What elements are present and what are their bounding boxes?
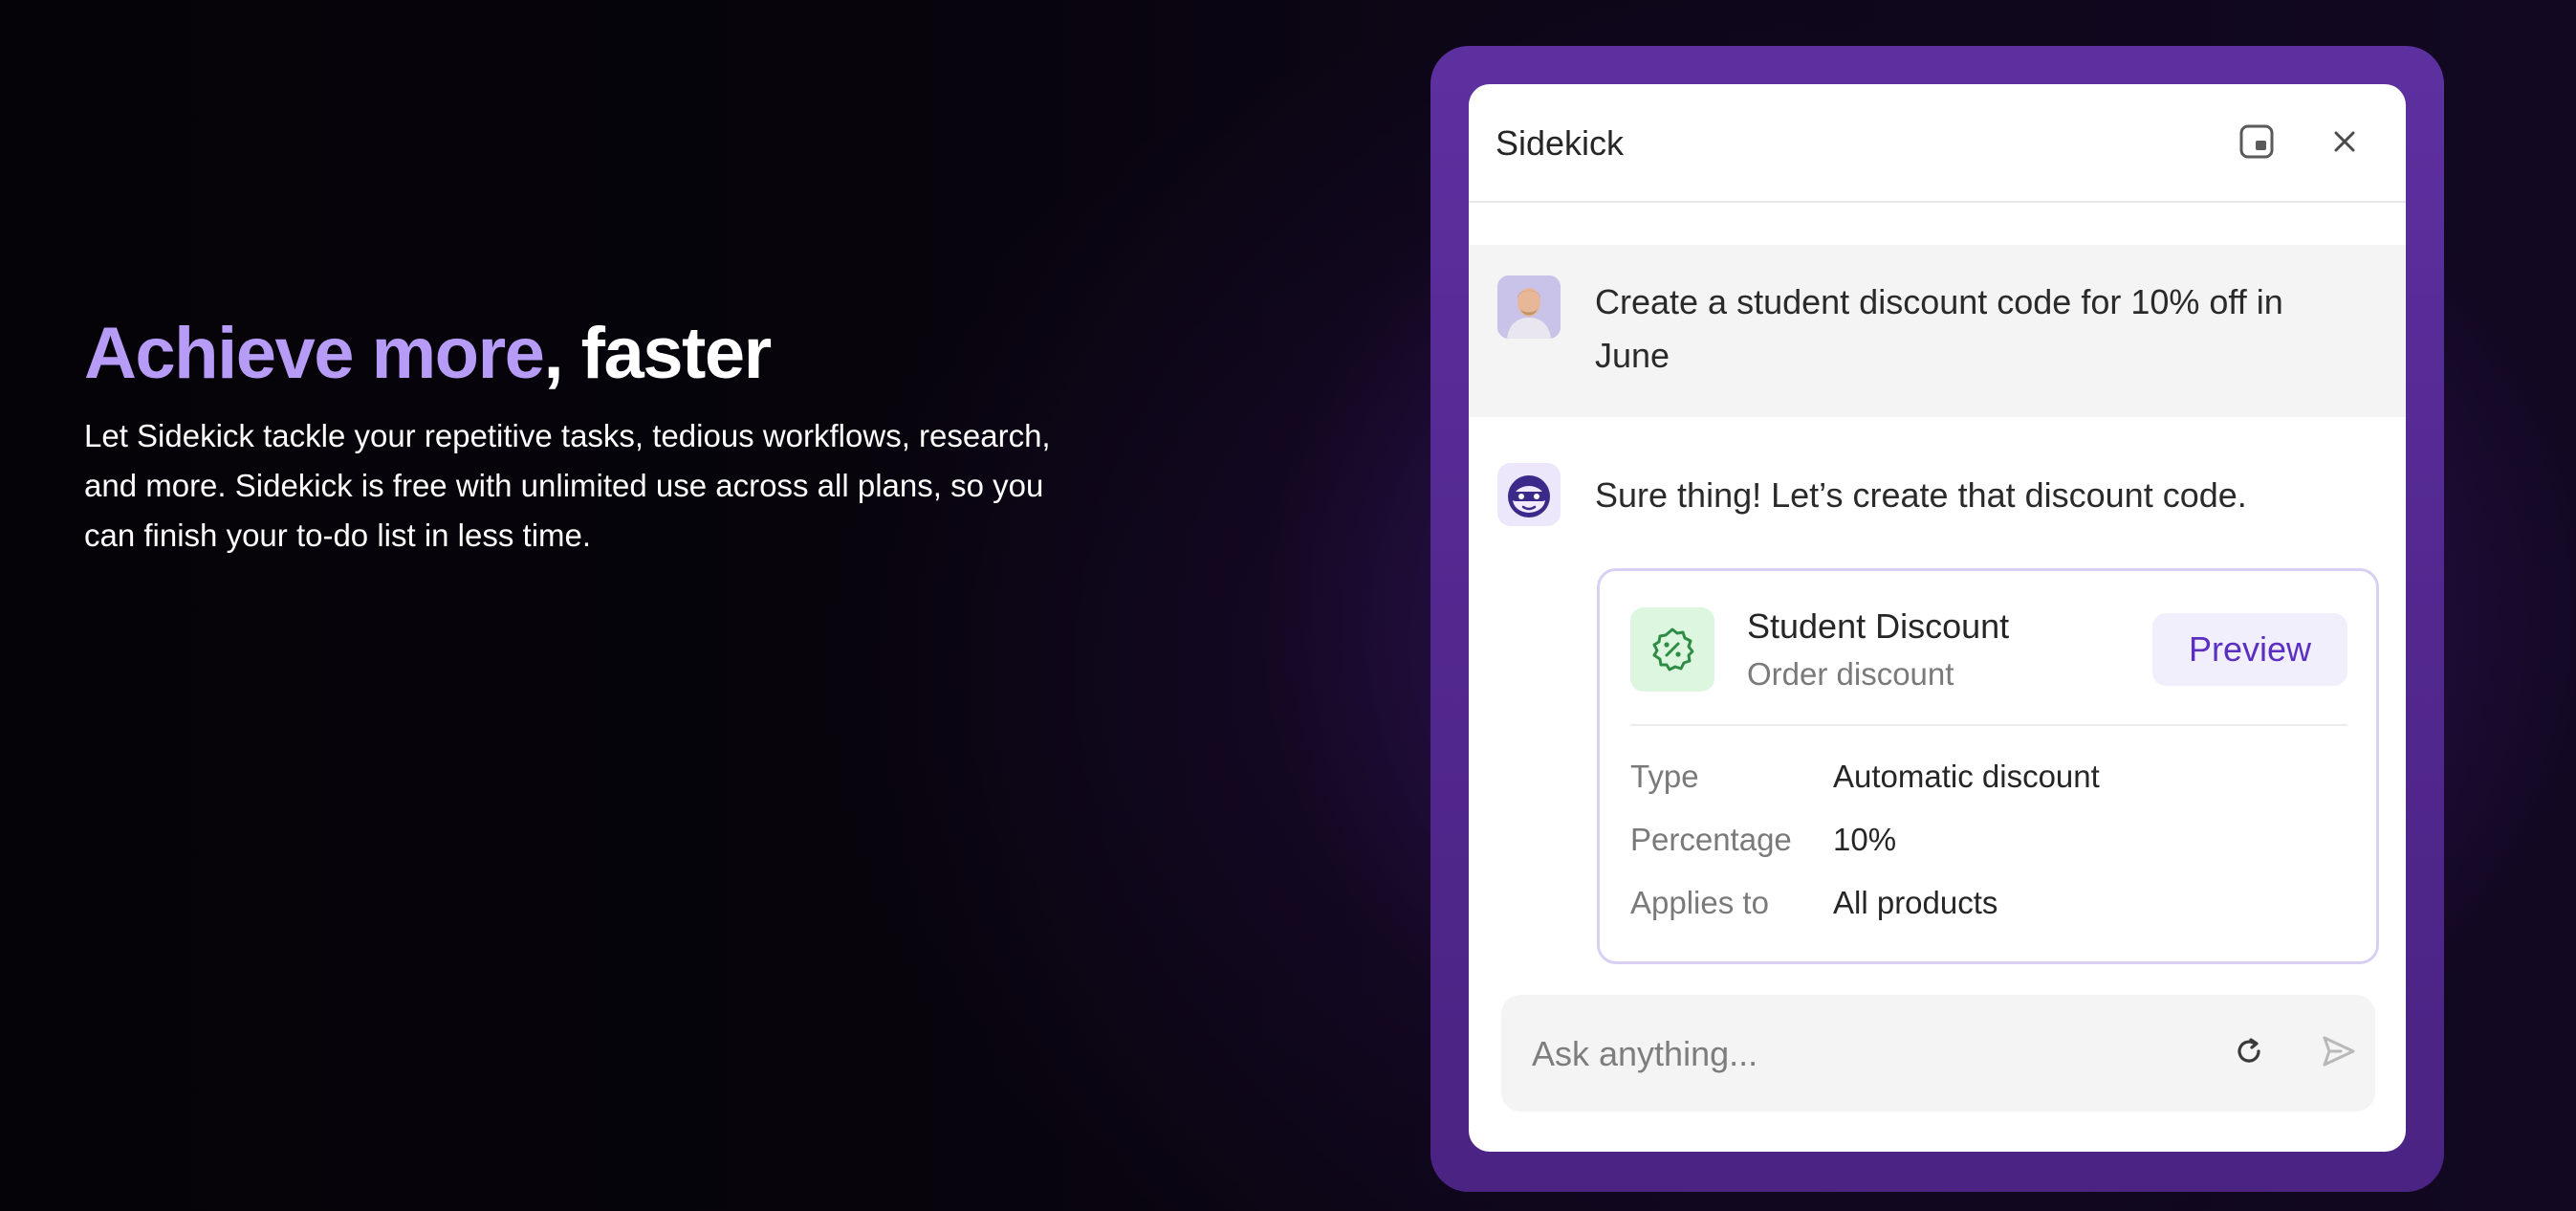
hero-title: Achieve more, faster bbox=[84, 308, 1098, 400]
sidekick-panel: Sidekick Create a student discount code … bbox=[1469, 84, 2406, 1152]
card-divider bbox=[1630, 724, 2347, 726]
panel-header: Sidekick bbox=[1469, 84, 2406, 203]
detail-row-applies-to: Applies to All products bbox=[1630, 879, 2357, 927]
discount-badge-icon bbox=[1630, 607, 1714, 692]
preview-button[interactable]: Preview bbox=[2152, 613, 2347, 686]
detail-label: Percentage bbox=[1630, 822, 1792, 857]
hero-section: Achieve more, faster Let Sidekick tackle… bbox=[84, 308, 1098, 561]
ask-composer bbox=[1501, 995, 2375, 1112]
user-message-text: Create a student discount code for 10% o… bbox=[1595, 282, 2283, 375]
ask-input[interactable] bbox=[1530, 1024, 2146, 1084]
user-message: Create a student discount code for 10% o… bbox=[1469, 245, 2406, 417]
detail-value: 10% bbox=[1833, 822, 1897, 857]
hero-title-rest: , faster bbox=[543, 313, 772, 394]
detail-label: Type bbox=[1630, 759, 1699, 794]
detail-value: All products bbox=[1833, 885, 1998, 920]
send-icon bbox=[2320, 1032, 2358, 1075]
refresh-icon bbox=[2232, 1034, 2266, 1073]
sidekick-message-text: Sure thing! Let’s create that discount c… bbox=[1595, 475, 2247, 515]
detail-value: Automatic discount bbox=[1833, 759, 2100, 794]
detail-row-type: Type Automatic discount bbox=[1630, 753, 2357, 801]
send-button[interactable] bbox=[2316, 1030, 2362, 1076]
discount-card: Student Discount Order discount Preview … bbox=[1597, 568, 2379, 964]
sidekick-avatar bbox=[1497, 463, 1561, 526]
discount-name: Student Discount bbox=[1747, 606, 2010, 646]
refresh-button[interactable] bbox=[2226, 1030, 2272, 1076]
hero-title-accent: Achieve more bbox=[84, 313, 545, 394]
detail-row-percentage: Percentage 10% bbox=[1630, 816, 2357, 864]
panel-title: Sidekick bbox=[1495, 123, 1625, 163]
close-button[interactable] bbox=[2324, 122, 2366, 165]
discount-type-subtitle: Order discount bbox=[1747, 656, 1954, 692]
dock-window-icon bbox=[2238, 123, 2275, 165]
hero-description: Let Sidekick tackle your repetitive task… bbox=[84, 418, 1051, 553]
detail-label: Applies to bbox=[1630, 885, 1769, 920]
close-icon bbox=[2330, 127, 2359, 161]
user-avatar bbox=[1497, 275, 1561, 339]
dock-window-button[interactable] bbox=[2236, 122, 2278, 165]
